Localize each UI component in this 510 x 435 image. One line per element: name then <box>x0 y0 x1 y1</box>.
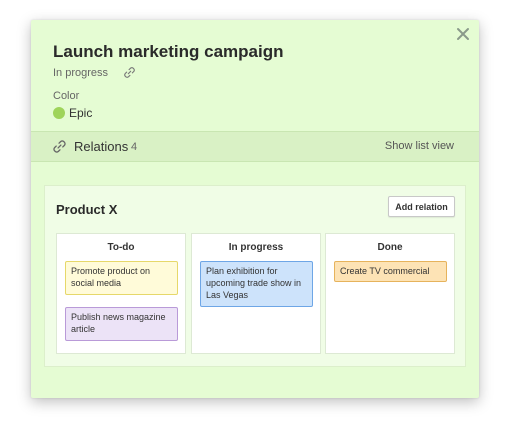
status-label[interactable]: In progress <box>53 67 108 79</box>
relations-title: Relations <box>74 139 129 154</box>
card-dialog: Launch marketing campaign In progress Co… <box>31 20 479 398</box>
relations-header: Relations 4 Show list view <box>31 131 479 162</box>
card-title[interactable]: Launch marketing campaign <box>53 42 284 62</box>
column-header: In progress <box>228 242 284 253</box>
status-row: In progress <box>53 66 136 79</box>
relation-board: Product X Add relation To-do Promote pro… <box>44 185 466 367</box>
column-in-progress: In progress Plan exhibition for upcoming… <box>191 233 321 354</box>
column-header: Done <box>377 242 403 253</box>
add-relation-button[interactable]: Add relation <box>388 196 455 217</box>
relations-count: 4 <box>131 141 138 153</box>
show-list-view-link[interactable]: Show list view <box>385 140 454 152</box>
column-header: To-do <box>107 242 135 253</box>
task-card[interactable]: Create TV commercial <box>334 261 447 282</box>
task-card[interactable]: Plan exhibition for upcoming trade show … <box>200 261 313 307</box>
color-selector[interactable]: Epic <box>53 106 92 120</box>
color-swatch <box>53 107 65 119</box>
color-name: Epic <box>69 106 93 120</box>
task-card[interactable]: Promote product on social media <box>65 261 178 295</box>
column-todo: To-do Promote product on social media Pu… <box>56 233 186 354</box>
task-card[interactable]: Publish news magazine article <box>65 307 178 341</box>
link-icon[interactable] <box>123 66 136 79</box>
product-title: Product X <box>56 202 118 217</box>
column-done: Done Create TV commercial <box>325 233 455 354</box>
link-icon <box>52 139 67 154</box>
close-icon <box>457 28 469 40</box>
color-label: Color <box>53 90 80 102</box>
close-button[interactable] <box>455 26 471 42</box>
